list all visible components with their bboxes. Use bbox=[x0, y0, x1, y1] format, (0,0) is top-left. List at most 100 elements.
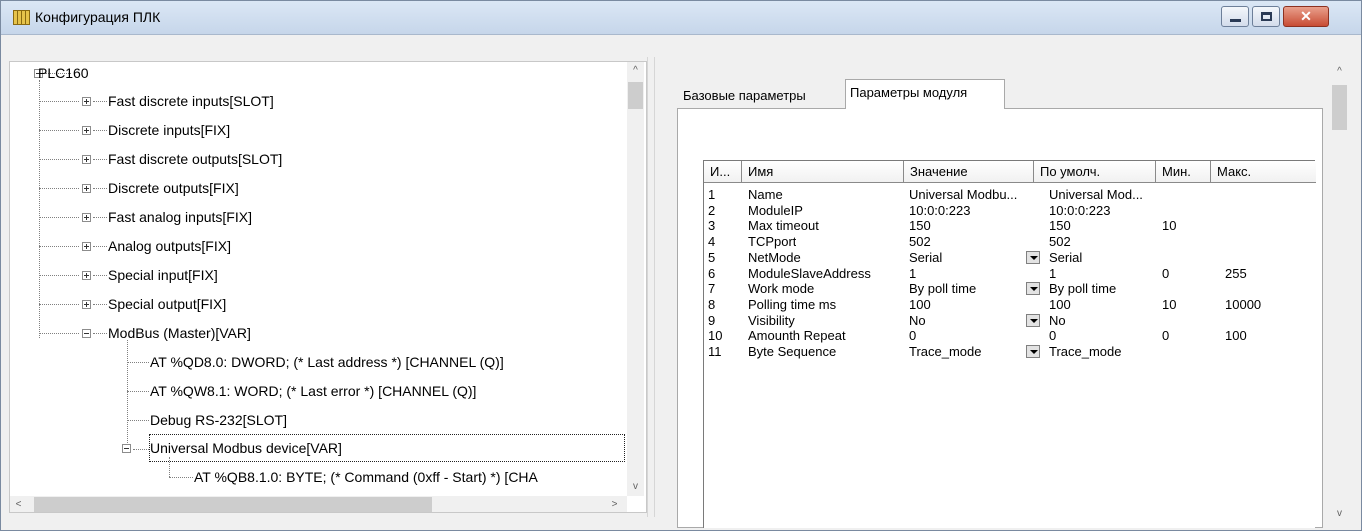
parameters-vertical-scrollbar[interactable]: ^ v bbox=[1331, 57, 1348, 525]
tree-node-label: Discrete outputs[FIX] bbox=[108, 180, 239, 196]
minimize-icon bbox=[1230, 19, 1241, 22]
expand-icon[interactable] bbox=[82, 300, 91, 309]
cell-name: Amounth Repeat bbox=[748, 328, 846, 344]
cell-name: Max timeout bbox=[748, 218, 819, 234]
cell-value[interactable]: Universal Modbu... bbox=[909, 187, 1017, 202]
grid-row[interactable]: 10 Amounth Repeat 0 0 0 100 bbox=[704, 328, 1316, 344]
tree-node-analog-outputs[interactable]: Analog outputs[FIX] bbox=[108, 233, 231, 259]
tree-node-label: Special output[FIX] bbox=[108, 296, 227, 312]
expand-icon[interactable] bbox=[82, 97, 91, 106]
expand-icon[interactable] bbox=[82, 213, 91, 222]
tree-horizontal-scrollbar[interactable]: < > bbox=[10, 496, 627, 512]
cell-value[interactable]: 502 bbox=[909, 234, 931, 249]
expand-icon[interactable] bbox=[82, 271, 91, 280]
cell-default: Trace_mode bbox=[1049, 344, 1122, 359]
title-bar[interactable]: Конфигурация ПЛК ✕ bbox=[1, 1, 1361, 35]
scroll-up-icon[interactable]: ^ bbox=[627, 62, 644, 79]
grid-row[interactable]: 4 TCPport 502 502 bbox=[704, 234, 1316, 250]
grid-row[interactable]: 3 Max timeout 150 150 10 bbox=[704, 218, 1316, 234]
tab-module-parameters[interactable]: Параметры модуля bbox=[845, 79, 1005, 109]
cell-default: 1 bbox=[1049, 265, 1057, 281]
cell-value[interactable]: Serial bbox=[909, 250, 942, 265]
cell-name: Polling time ms bbox=[748, 296, 837, 312]
tree-node-modbus-master[interactable]: ModBus (Master)[VAR] bbox=[108, 320, 251, 346]
cell-id: 7 bbox=[708, 281, 716, 297]
tree-vertical-scrollbar[interactable]: ^ v bbox=[627, 62, 644, 496]
scroll-right-icon[interactable]: > bbox=[606, 496, 623, 512]
cell-id: 4 bbox=[708, 234, 716, 250]
cell-value[interactable]: 1 bbox=[909, 266, 916, 281]
scroll-up-icon[interactable]: ^ bbox=[1331, 63, 1348, 80]
dropdown-arrow-icon[interactable] bbox=[1026, 313, 1040, 327]
tree-vscroll-thumb[interactable] bbox=[628, 82, 643, 109]
scroll-down-icon[interactable]: v bbox=[1331, 505, 1348, 522]
cell-id: 10 bbox=[708, 328, 723, 344]
expand-icon[interactable] bbox=[82, 155, 91, 164]
tree-node-universal-modbus-device[interactable]: Universal Modbus device[VAR] bbox=[149, 434, 625, 462]
grid-row[interactable]: 2 ModuleIP 10:0:0:223 10:0:0:223 bbox=[704, 203, 1316, 219]
cell-value[interactable]: 100 bbox=[909, 297, 931, 312]
column-header-default[interactable]: По умолч. bbox=[1034, 161, 1156, 183]
close-button[interactable]: ✕ bbox=[1283, 6, 1329, 27]
column-header-name[interactable]: Имя bbox=[742, 161, 904, 183]
scroll-down-icon[interactable]: v bbox=[627, 478, 644, 495]
pane-splitter[interactable] bbox=[647, 57, 655, 517]
tree-node-command-byte[interactable]: AT %QB8.1.0: BYTE; (* Command (0xff - St… bbox=[194, 464, 538, 490]
expand-icon[interactable] bbox=[82, 242, 91, 251]
tree-connector bbox=[127, 420, 149, 421]
tree-node-plc160[interactable]: PLC160 bbox=[38, 62, 89, 86]
tree-connector bbox=[93, 217, 107, 218]
column-header-id[interactable]: И... bbox=[704, 161, 742, 183]
cell-id: 8 bbox=[708, 296, 716, 312]
cell-min: 0 bbox=[1162, 265, 1170, 281]
tree-node-discrete-inputs[interactable]: Discrete inputs[FIX] bbox=[108, 117, 230, 143]
tree-node-discrete-outputs[interactable]: Discrete outputs[FIX] bbox=[108, 175, 239, 201]
cell-value[interactable]: Trace_mode bbox=[909, 344, 982, 359]
column-header-value[interactable]: Значение bbox=[904, 161, 1034, 183]
module-parameters-grid[interactable]: И... Имя Значение По умолч. Мин. Макс. 1… bbox=[703, 160, 1316, 528]
grid-row[interactable]: 5 NetMode Serial Serial bbox=[704, 250, 1316, 266]
expand-icon[interactable] bbox=[82, 184, 91, 193]
tree-node-label: Universal Modbus device[VAR] bbox=[150, 440, 342, 456]
grid-row[interactable]: 1 Name Universal Modbu... Universal Mod... bbox=[704, 187, 1316, 203]
maximize-button[interactable] bbox=[1252, 6, 1280, 27]
tree-node-fast-discrete-outputs[interactable]: Fast discrete outputs[SLOT] bbox=[108, 146, 282, 172]
grid-row[interactable]: 6 ModuleSlaveAddress 1 1 0 255 bbox=[704, 266, 1316, 282]
tab-base-parameters[interactable]: Базовые параметры bbox=[679, 85, 845, 109]
grid-row[interactable]: 7 Work mode By poll time By poll time bbox=[704, 281, 1316, 297]
dropdown-arrow-icon[interactable] bbox=[1026, 345, 1040, 358]
tree-node-last-address[interactable]: AT %QD8.0: DWORD; (* Last address *) [CH… bbox=[150, 349, 504, 375]
dropdown-arrow-icon[interactable] bbox=[1026, 282, 1040, 296]
cell-value[interactable]: 150 bbox=[909, 218, 931, 233]
tree-node-special-output[interactable]: Special output[FIX] bbox=[108, 291, 226, 317]
tree-node-debug-rs232[interactable]: Debug RS-232[SLOT] bbox=[150, 407, 287, 433]
scroll-left-icon[interactable]: < bbox=[10, 496, 27, 512]
column-header-max[interactable]: Макс. bbox=[1211, 161, 1316, 183]
expand-icon[interactable] bbox=[82, 126, 91, 135]
grid-row[interactable]: 11 Byte Sequence Trace_mode Trace_mode bbox=[704, 344, 1316, 360]
cell-value[interactable]: 0 bbox=[909, 328, 916, 343]
tree-connector bbox=[133, 449, 149, 450]
tree-connector bbox=[39, 188, 79, 189]
tree-node-last-error[interactable]: AT %QW8.1: WORD; (* Last error *) [CHANN… bbox=[150, 378, 476, 404]
tree-node-special-input[interactable]: Special input[FIX] bbox=[108, 262, 218, 288]
window-title: Конфигурация ПЛК bbox=[35, 9, 161, 25]
column-header-min[interactable]: Мин. bbox=[1156, 161, 1211, 183]
tree-node-fast-discrete-inputs[interactable]: Fast discrete inputs[SLOT] bbox=[108, 88, 274, 114]
collapse-icon[interactable] bbox=[82, 329, 91, 338]
minimize-button[interactable] bbox=[1221, 6, 1249, 27]
cell-value[interactable]: 10:0:0:223 bbox=[909, 203, 970, 218]
collapse-icon[interactable] bbox=[122, 444, 131, 453]
tree-node-fast-analog-inputs[interactable]: Fast analog inputs[FIX] bbox=[108, 204, 252, 230]
cell-name: Byte Sequence bbox=[748, 344, 837, 359]
grid-row[interactable]: 8 Polling time ms 100 100 10 10000 bbox=[704, 297, 1316, 313]
cell-value[interactable]: By poll time bbox=[909, 281, 976, 296]
grid-row[interactable]: 9 Visibility No No bbox=[704, 313, 1316, 329]
parameters-vscroll-thumb[interactable] bbox=[1332, 85, 1347, 130]
cell-value[interactable]: No bbox=[909, 313, 926, 328]
tree-hscroll-thumb[interactable] bbox=[34, 497, 432, 512]
plc-tree-view[interactable]: PLC160 Fast discrete inputs[SLOT] Discre… bbox=[9, 61, 647, 513]
cell-id: 11 bbox=[708, 344, 722, 359]
tree-connector bbox=[93, 188, 107, 189]
dropdown-arrow-icon[interactable] bbox=[1026, 250, 1040, 264]
